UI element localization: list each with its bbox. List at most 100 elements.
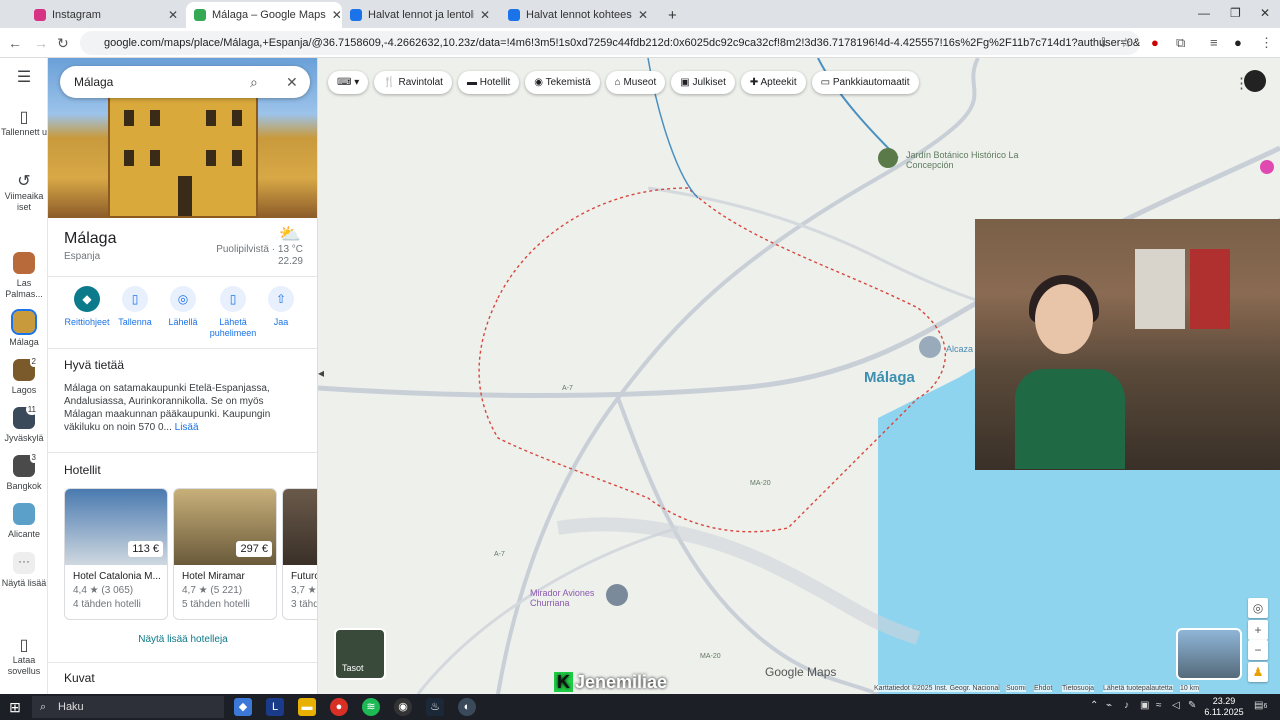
share-button[interactable]: ⇧ Jaa — [254, 286, 308, 328]
notifications-icon[interactable]: ▤6 — [1254, 700, 1267, 711]
steam-icon[interactable]: ♨ — [426, 698, 444, 716]
poi-thumbnail[interactable] — [919, 336, 941, 358]
close-icon[interactable]: ✕ — [168, 8, 178, 22]
obs-icon[interactable]: ◉ — [394, 698, 412, 716]
chrome-icon[interactable]: ● — [330, 698, 348, 716]
save-button[interactable]: ▯ Tallenna — [108, 286, 162, 328]
send-to-phone-button[interactable]: ▯ Lähetä puhelimeen — [206, 286, 260, 339]
back-icon[interactable]: ← — [8, 35, 22, 51]
pegman-icon[interactable]: ♟ — [1248, 662, 1268, 682]
url-input[interactable]: google.com/maps/place/Málaga,+Espanja/@3… — [80, 31, 1140, 55]
bookmark-star-icon[interactable]: ☆ — [1120, 35, 1132, 51]
chip-pharmacies[interactable]: ✚ Apteekit — [740, 71, 806, 94]
close-icon[interactable]: ✕ — [480, 8, 490, 22]
close-window-icon[interactable]: ✕ — [1260, 6, 1270, 20]
menu-kebab-icon[interactable]: ⋮ — [1260, 35, 1273, 51]
app-icon[interactable]: ◐ — [458, 698, 476, 716]
new-tab-button[interactable]: + — [660, 2, 684, 28]
about-more-link[interactable]: Lisää — [175, 422, 199, 433]
tab-google-maps[interactable]: Málaga – Google Maps ✕ — [186, 2, 342, 28]
privacy-link[interactable]: Tietosuoja — [1062, 685, 1095, 692]
restore-icon[interactable]: ❐ — [1230, 6, 1241, 20]
reload-icon[interactable]: ↻ — [57, 35, 69, 52]
app-icon[interactable]: ◆ — [234, 698, 252, 716]
collapse-panel-icon[interactable]: ◂ — [318, 367, 324, 379]
hotel-card[interactable]: Futuro 3,7 ★ 3 tähden — [282, 488, 317, 620]
keyboard-toggle[interactable]: ⌨ ▾ — [328, 71, 369, 94]
account-avatar[interactable] — [1244, 70, 1266, 92]
search-icon[interactable]: ⌕ — [250, 66, 258, 98]
poi-pin-icon[interactable] — [1260, 160, 1274, 174]
chip-hotels[interactable]: ▬ Hotellit — [457, 71, 520, 94]
hotel-card[interactable]: 297 € Hotel Miramar 4,7 ★ (5 221) 5 tähd… — [173, 488, 277, 620]
display-icon[interactable]: ▣ — [1140, 700, 1149, 711]
opera-icon[interactable]: ● — [1151, 35, 1159, 50]
recent-place-las-palmas[interactable]: Las Palmas... — [0, 252, 48, 300]
recent-place-lagos[interactable]: 2 Lagos — [0, 356, 48, 396]
poi-thumbnail[interactable] — [878, 148, 898, 168]
chip-transit[interactable]: ▣ Julkiset — [671, 71, 735, 94]
city-label[interactable]: Málaga — [864, 369, 915, 386]
show-more-button[interactable]: ··· Näytä lisää — [0, 552, 48, 589]
chip-atms[interactable]: ▭ Pankkiautomaatit — [811, 71, 919, 94]
hotel-card[interactable]: 113 € Hotel Catalonia M... 4,4 ★ (3 065)… — [64, 488, 168, 620]
tab-flights-2[interactable]: Halvat lennot kohteesta Helsinki ✕ — [500, 2, 656, 28]
wifi-icon[interactable]: ≈ — [1156, 700, 1162, 711]
network-icon[interactable]: ⌁ — [1106, 700, 1112, 711]
close-icon[interactable]: ✕ — [638, 8, 648, 22]
search-icon: ⌕ — [40, 701, 47, 713]
directions-button[interactable]: ◆ Reittiohjeet — [60, 286, 114, 328]
install-icon[interactable]: ⇩ — [1098, 35, 1109, 51]
search-input[interactable]: Málaga ⌕ ✕ — [60, 66, 310, 98]
scale-label[interactable]: 10 km — [1180, 685, 1200, 692]
my-location-icon[interactable]: ◎ — [1248, 598, 1268, 618]
recent-place-jyvaskyla[interactable]: 11 Jyväskylä — [0, 404, 48, 444]
street-view-preview[interactable] — [1176, 628, 1242, 680]
pen-icon[interactable]: ✎ — [1188, 700, 1196, 711]
zoom-in-button[interactable]: + — [1248, 620, 1268, 640]
spotify-icon[interactable]: ≋ — [362, 698, 380, 716]
saved-button[interactable]: ▯ Tallennett u — [0, 110, 48, 138]
forward-icon[interactable]: → — [34, 35, 48, 51]
file-explorer-icon[interactable]: ▬ — [298, 698, 316, 716]
chip-restaurants[interactable]: 🍴 Ravintolat — [374, 71, 452, 94]
mirador-label[interactable]: Mirador Aviones Churriana — [530, 588, 606, 608]
extensions-icon[interactable]: ⧉ — [1176, 35, 1185, 51]
feedback-link[interactable]: Lähetä tuotepalautetta — [1103, 685, 1173, 692]
tray-chevron-icon[interactable]: ⌃ — [1090, 700, 1098, 711]
download-app-button[interactable]: ▯ Lataa sovellus — [0, 638, 48, 677]
recent-button[interactable]: ↺ Viimeaika iset — [0, 174, 48, 213]
recent-place-alicante[interactable]: Alicante — [0, 503, 48, 540]
tab-instagram[interactable]: Instagram ✕ — [26, 2, 186, 28]
terms-link[interactable]: Ehdot — [1034, 685, 1053, 692]
windows-start-icon[interactable]: ⊞ — [6, 698, 24, 716]
layers-button[interactable]: Tasot — [334, 628, 386, 680]
recent-place-bangkok[interactable]: 3 Bangkok — [0, 452, 48, 492]
chip-museums[interactable]: ⌂ Museot — [605, 71, 666, 94]
hamburger-menu-button[interactable]: ☰ — [0, 70, 48, 87]
profile-avatar[interactable]: ● — [1234, 35, 1242, 50]
app-icon[interactable]: L — [266, 698, 284, 716]
close-icon[interactable]: ✕ — [332, 8, 342, 22]
recent-place-malaga[interactable]: Málaga — [0, 309, 48, 348]
minimize-icon[interactable]: — — [1198, 6, 1210, 20]
clear-search-icon[interactable]: ✕ — [286, 66, 298, 98]
chip-things-to-do[interactable]: ◉ Tekemistä — [525, 71, 600, 94]
botanic-garden-label[interactable]: Jardín Botánico Histórico La Concepción — [906, 150, 1036, 170]
more-hotels-link[interactable]: Näytä lisää hotelleja — [48, 634, 317, 645]
volume-icon[interactable]: ◁ — [1172, 700, 1180, 711]
zoom-out-button[interactable]: − — [1248, 640, 1268, 660]
mic-icon[interactable]: ♪ — [1124, 700, 1129, 711]
taskbar-clock[interactable]: 23.29 6.11.2025 — [1204, 696, 1244, 718]
media-icon[interactable]: ≡ — [1210, 35, 1218, 50]
lang-link[interactable]: Suomi — [1006, 685, 1026, 692]
nearby-button[interactable]: ◎ Lähellä — [156, 286, 210, 328]
chip-label: Apteekit — [760, 77, 797, 88]
alcazaba-label[interactable]: Alcaza — [946, 344, 973, 354]
poi-thumbnail[interactable] — [606, 584, 628, 606]
about-body: Málaga on satamakaupunki Etelä-Espanjass… — [64, 383, 271, 433]
about-text: Málaga on satamakaupunki Etelä-Espanjass… — [64, 382, 300, 434]
tab-flights-1[interactable]: Halvat lennot ja lentoliput kaikki ✕ — [342, 2, 498, 28]
taskbar-search[interactable]: ⌕ Haku — [32, 696, 224, 718]
show-more-label: Näytä lisää — [1, 578, 47, 588]
